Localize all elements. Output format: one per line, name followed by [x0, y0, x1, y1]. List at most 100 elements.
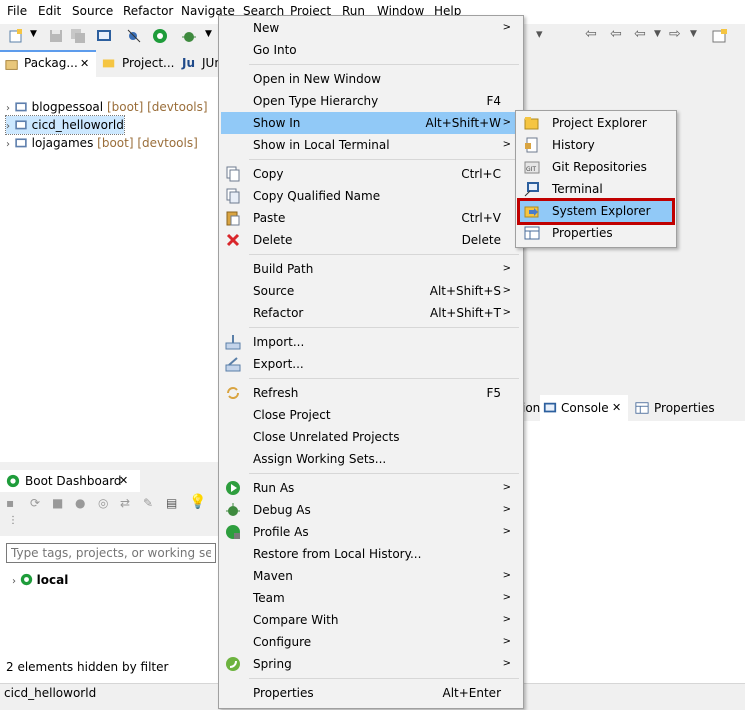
chevron-right-icon: >: [502, 117, 511, 128]
chevron-right-icon[interactable]: ›: [6, 121, 10, 132]
debug-icon[interactable]: ●: [75, 496, 85, 510]
more-options-icon[interactable]: ⋮: [8, 516, 18, 526]
menu-item-refresh[interactable]: Refresh F5: [221, 382, 519, 404]
menu-item-maven[interactable]: Maven >: [221, 565, 519, 587]
open-browser-icon[interactable]: ◎: [98, 496, 108, 510]
close-icon[interactable]: ✕: [119, 474, 128, 487]
save-icon[interactable]: [48, 28, 64, 44]
menu-item-copy-qualified-name[interactable]: Copy Qualified Name: [221, 185, 519, 207]
menu-item-team[interactable]: Team >: [221, 587, 519, 609]
menu-item-import[interactable]: Import...: [221, 331, 519, 353]
menu-file[interactable]: File: [7, 4, 27, 18]
submenu-item-terminal[interactable]: Terminal: [518, 178, 674, 200]
menu-item-assign-working-sets[interactable]: Assign Working Sets...: [221, 448, 519, 470]
menu-item-refactor[interactable]: Refactor Alt+Shift+T >: [221, 302, 519, 324]
menu-item-label: Properties: [253, 686, 314, 700]
skip-breakpoints-icon[interactable]: [126, 28, 142, 44]
submenu-item-project-explorer[interactable]: Project Explorer: [518, 112, 674, 134]
menu-item-copy[interactable]: Copy Ctrl+C: [221, 163, 519, 185]
menu-item-spring[interactable]: Spring >: [221, 653, 519, 675]
start-icon[interactable]: ▪: [6, 496, 14, 510]
menu-item-close-project[interactable]: Close Project: [221, 404, 519, 426]
close-icon[interactable]: ✕: [612, 401, 621, 414]
chevron-right-icon[interactable]: ›: [12, 576, 16, 587]
tab-label: Project...: [122, 56, 175, 70]
menu-item-delete[interactable]: Delete Delete: [221, 229, 519, 251]
menu-item-compare-with[interactable]: Compare With >: [221, 609, 519, 631]
menu-item-go-into[interactable]: Go Into: [221, 39, 519, 61]
tab-console[interactable]: Console ✕: [540, 395, 628, 421]
menu-item-restore-history[interactable]: Restore from Local History...: [221, 543, 519, 565]
tab-project-explorer[interactable]: Project...: [98, 50, 182, 77]
tab-boot-dashboard[interactable]: Boot Dashboard ✕: [0, 470, 140, 492]
dropdown-icon[interactable]: ▾: [536, 27, 543, 42]
back-icon[interactable]: ⇦: [634, 26, 646, 42]
menu-item-open-new-window[interactable]: Open in New Window: [221, 68, 519, 90]
submenu-item-properties[interactable]: Properties: [518, 222, 674, 244]
previous-edit-icon[interactable]: ⇦: [610, 26, 622, 42]
menu-item-show-in-local-terminal[interactable]: Show in Local Terminal >: [221, 134, 519, 156]
menu-item-shortcut: Ctrl+C: [461, 167, 501, 181]
tree-row[interactable]: › blogpessoal [boot] [devtools]: [6, 98, 208, 116]
console-body: [522, 421, 745, 683]
stop-icon[interactable]: ■: [52, 496, 63, 510]
menu-item-debug-as[interactable]: Debug As >: [221, 499, 519, 521]
chevron-right-icon: >: [502, 263, 511, 274]
submenu-item-history[interactable]: History: [518, 134, 674, 156]
menu-item-show-in[interactable]: Show In Alt+Shift+W >: [221, 112, 519, 134]
chevron-down-icon[interactable]: ▼: [30, 29, 37, 39]
new-file-icon[interactable]: [8, 28, 24, 44]
menu-item-label: Close Project: [253, 408, 331, 422]
boot-filter-input[interactable]: [6, 543, 216, 563]
save-all-icon[interactable]: [70, 28, 86, 44]
menu-item-open-type-hierarchy[interactable]: Open Type Hierarchy F4: [221, 90, 519, 112]
terminal-icon[interactable]: [96, 28, 112, 44]
menu-item-close-unrelated[interactable]: Close Unrelated Projects: [221, 426, 519, 448]
console-icon[interactable]: ▤: [166, 496, 177, 510]
local-node[interactable]: › local: [12, 571, 68, 587]
menu-item-export[interactable]: Export...: [221, 353, 519, 375]
tab-junit[interactable]: Ju JUn: [180, 50, 222, 77]
chevron-right-icon: >: [502, 504, 511, 515]
menu-source[interactable]: Source: [72, 4, 113, 18]
lightbulb-icon[interactable]: 💡: [189, 494, 206, 510]
menu-item-build-path[interactable]: Build Path >: [221, 258, 519, 280]
delete-icon: [226, 233, 240, 247]
menu-item-profile-as[interactable]: Profile As >: [221, 521, 519, 543]
restart-icon[interactable]: ⟳: [30, 496, 40, 510]
chevron-down-icon[interactable]: ▼: [205, 29, 212, 39]
menu-item-source[interactable]: Source Alt+Shift+S >: [221, 280, 519, 302]
project-decoration: [boot] [devtools]: [106, 100, 208, 114]
open-perspective-icon[interactable]: [712, 28, 728, 44]
menu-item-label: Restore from Local History...: [253, 547, 422, 561]
menu-edit[interactable]: Edit: [38, 4, 61, 18]
menu-refactor[interactable]: Refactor: [123, 4, 173, 18]
menu-item-label: Import...: [253, 335, 305, 349]
chevron-right-icon[interactable]: ›: [6, 139, 10, 150]
forward-icon[interactable]: ⇨: [669, 26, 681, 42]
back-edit-icon[interactable]: ⇦: [585, 26, 597, 42]
tree-row[interactable]: › lojagames [boot] [devtools]: [6, 134, 198, 152]
menu-item-new[interactable]: New >: [221, 17, 519, 39]
debug-icon[interactable]: [181, 28, 197, 44]
expose-icon[interactable]: ⇄: [120, 496, 130, 510]
menu-item-configure[interactable]: Configure >: [221, 631, 519, 653]
edit-icon[interactable]: ✎: [143, 496, 153, 510]
chevron-right-icon[interactable]: ›: [6, 103, 10, 114]
close-icon[interactable]: ✕: [80, 50, 89, 77]
tab-package-explorer[interactable]: Packag... ✕: [0, 50, 96, 79]
menu-item-run-as[interactable]: Run As >: [221, 477, 519, 499]
menu-item-paste[interactable]: Paste Ctrl+V: [221, 207, 519, 229]
menu-item-properties[interactable]: Properties Alt+Enter: [221, 682, 519, 704]
tree-row-selected[interactable]: › cicd_helloworld: [5, 115, 125, 135]
menu-item-label: Debug As: [253, 503, 311, 517]
chevron-down-icon[interactable]: ▼: [690, 29, 697, 39]
submenu-item-git-repositories[interactable]: GIT Git Repositories: [518, 156, 674, 178]
chevron-right-icon: >: [502, 526, 511, 537]
tab-properties[interactable]: Properties: [632, 395, 742, 421]
run-icon: [226, 481, 240, 495]
spring-boot-icon[interactable]: [152, 28, 168, 44]
chevron-down-icon[interactable]: ▼: [654, 29, 661, 39]
profile-icon: [226, 525, 240, 539]
tab-partial-label[interactable]: ion: [522, 401, 540, 415]
